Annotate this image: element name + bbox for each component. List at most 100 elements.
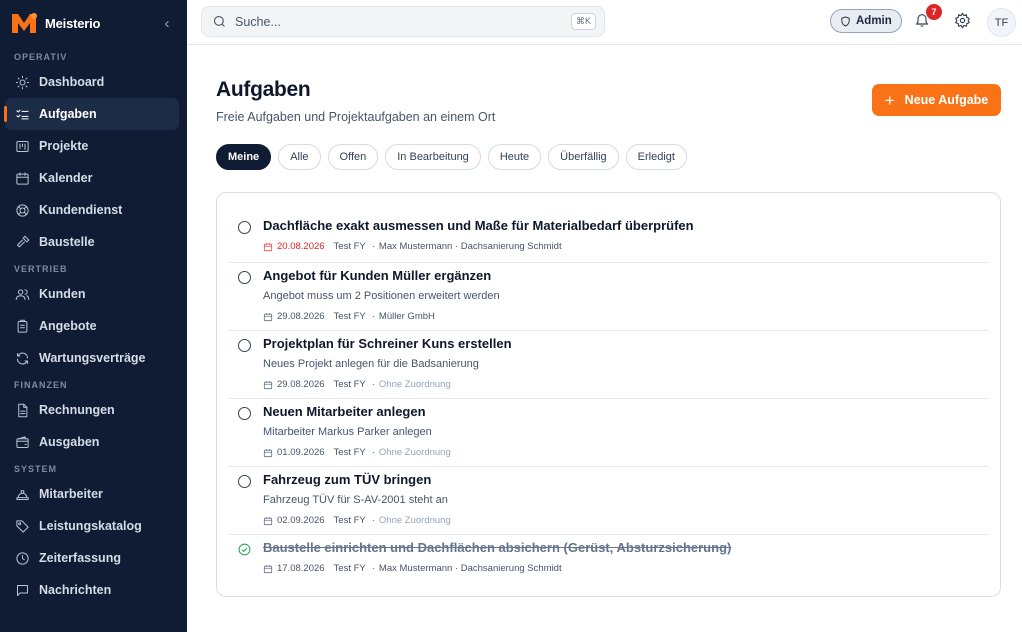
sidebar-item-angebote[interactable]: Angebote [5, 310, 179, 342]
sidebar-item-aufgaben[interactable]: Aufgaben [4, 98, 179, 130]
refresh-icon [14, 350, 30, 366]
meisterio-logo [12, 13, 37, 33]
task-checkbox[interactable] [238, 475, 251, 488]
task-description: Mitarbeiter Markus Parker anlegen [263, 426, 432, 438]
task-item[interactable]: Dachfläche exakt ausmessen und Maße für … [229, 215, 989, 257]
task-divider [229, 398, 989, 399]
task-title: Dachfläche exakt ausmessen und Maße für … [263, 218, 694, 233]
task-due-date: 29.08.2026 [277, 311, 325, 322]
filter-chip-meine[interactable]: Meine [216, 144, 272, 170]
wallet-icon [14, 434, 30, 450]
topbar: ⌘K Admin 7 TF [187, 0, 1022, 45]
sidebar: Meisterio ‹ OPERATIV Dashboard Aufgaben Pro… [0, 0, 187, 632]
task-owner: Test FY [333, 515, 366, 526]
calendar-icon [263, 564, 273, 573]
role-badge[interactable]: Admin [830, 9, 902, 33]
user-avatar[interactable]: TF [987, 8, 1016, 37]
task-description: Neues Projekt anlegen für die Badsanieru… [263, 358, 479, 370]
filter-chip-in-bearbeitung[interactable]: In Bearbeitung [385, 144, 481, 170]
sidebar-item-label: Nachrichten [39, 583, 112, 597]
sidebar-item-baustelle[interactable]: Baustelle [5, 226, 179, 258]
meta-separator: · [371, 447, 375, 458]
sidebar-item-kunden[interactable]: Kunden [5, 278, 179, 310]
sidebar-item-wartungsvertraege[interactable]: Wartungsverträge [5, 342, 179, 374]
task-divider [229, 262, 989, 263]
sidebar-item-zeiterfassung[interactable]: Zeiterfassung [5, 542, 179, 574]
meta-separator: · [371, 241, 375, 252]
filter-chip-erledigt[interactable]: Erledigt [625, 144, 687, 170]
task-owner: Test FY [333, 311, 366, 322]
settings-button[interactable] [954, 12, 972, 30]
sidebar-item-label: Wartungsverträge [39, 351, 146, 365]
task-item[interactable]: Neuen Mitarbeiter anlegen Mitarbeiter Mar… [229, 401, 989, 461]
search-input[interactable] [235, 14, 571, 29]
task-item[interactable]: Fahrzeug zum TÜV bringen Fahrzeug TÜV für… [229, 469, 989, 529]
message-icon [14, 582, 30, 598]
meta-separator: · [371, 311, 375, 322]
task-checkbox[interactable] [238, 271, 251, 284]
filter-chip-offen[interactable]: Offen [327, 144, 379, 170]
tag-icon [14, 518, 30, 534]
new-task-button[interactable]: + Neue Aufgabe [872, 84, 1001, 116]
check-circle-icon[interactable] [238, 543, 251, 556]
task-due-date: 17.08.2026 [277, 563, 325, 574]
task-checkbox[interactable] [238, 221, 251, 234]
app-name: Meisterio [45, 15, 101, 31]
sidebar-item-label: Kundendienst [39, 203, 123, 217]
sidebar-nav: OPERATIV Dashboard Aufgaben Projekte Kalende… [0, 46, 187, 606]
task-title: Baustelle einrichten und Dachflächen abs… [263, 540, 732, 555]
list-check-icon [14, 106, 30, 122]
task-item[interactable]: Baustelle einrichten und Dachflächen abs… [229, 537, 989, 579]
sidebar-item-nachrichten[interactable]: Nachrichten [5, 574, 179, 606]
task-owner: Test FY [333, 241, 366, 252]
task-title: Neuen Mitarbeiter anlegen [263, 404, 426, 419]
task-assignment: Ohne Zuordnung [378, 515, 451, 526]
task-meta: 02.09.2026 Test FY · Ohne Zuordnung [263, 515, 451, 526]
sidebar-item-ausgaben[interactable]: Ausgaben [5, 426, 179, 458]
task-assignment: Ohne Zuordnung [378, 447, 451, 458]
task-owner: Test FY [333, 563, 366, 574]
search-box[interactable]: ⌘K [201, 6, 605, 37]
task-checkbox[interactable] [238, 339, 251, 352]
sidebar-item-leistungskatalog[interactable]: Leistungskatalog [5, 510, 179, 542]
page-subtitle: Freie Aufgaben und Projektaufgaben an ei… [216, 110, 496, 124]
filter-chip-alle[interactable]: Alle [278, 144, 321, 170]
calendar-icon [14, 170, 30, 186]
calendar-icon [263, 516, 273, 525]
task-checkbox[interactable] [238, 407, 251, 420]
task-assignment: Max Mustermann · Dachsanierung Schmidt [378, 563, 562, 574]
sidebar-item-dashboard[interactable]: Dashboard [5, 66, 179, 98]
sidebar-item-kalender[interactable]: Kalender [5, 162, 179, 194]
task-due-date: 20.08.2026 [277, 241, 325, 252]
task-divider [229, 330, 989, 331]
sidebar-section-vertrieb: VERTRIEB [14, 264, 68, 274]
task-item[interactable]: Angebot für Kunden Müller ergänzen Angebo… [229, 265, 989, 325]
collapse-sidebar-icon[interactable]: ‹ [157, 15, 177, 32]
sidebar-item-mitarbeiter[interactable]: Mitarbeiter [5, 478, 179, 510]
gear-icon [954, 12, 971, 29]
task-divider [229, 466, 989, 467]
task-description: Angebot muss um 2 Positionen erweitert w… [263, 290, 500, 302]
new-task-label: Neue Aufgabe [904, 93, 989, 107]
task-owner: Test FY [333, 379, 366, 390]
sidebar-item-label: Dashboard [39, 75, 105, 89]
task-due-date: 02.09.2026 [277, 515, 325, 526]
notifications-button[interactable]: 7 [914, 4, 942, 32]
sidebar-item-kundendienst[interactable]: Kundendienst [5, 194, 179, 226]
filter-chip-ueberfaellig[interactable]: Überfällig [548, 144, 619, 170]
task-list: Dachfläche exakt ausmessen und Maße für … [216, 192, 1001, 597]
calendar-icon [263, 380, 273, 389]
task-assignment: Müller GmbH [378, 311, 435, 322]
sidebar-item-label: Mitarbeiter [39, 487, 103, 501]
sidebar-item-projekte[interactable]: Projekte [5, 130, 179, 162]
meta-separator: · [371, 515, 375, 526]
task-due-date: 29.08.2026 [277, 379, 325, 390]
calendar-icon [263, 312, 273, 321]
filter-chip-heute[interactable]: Heute [487, 144, 542, 170]
task-item[interactable]: Projektplan für Schreiner Kuns erstellen… [229, 333, 989, 393]
sidebar-item-label: Aufgaben [39, 107, 97, 121]
calendar-icon [263, 242, 273, 251]
sidebar-item-rechnungen[interactable]: Rechnungen [5, 394, 179, 426]
task-assignment: Max Mustermann · Dachsanierung Schmidt [378, 241, 562, 252]
task-owner: Test FY [333, 447, 366, 458]
